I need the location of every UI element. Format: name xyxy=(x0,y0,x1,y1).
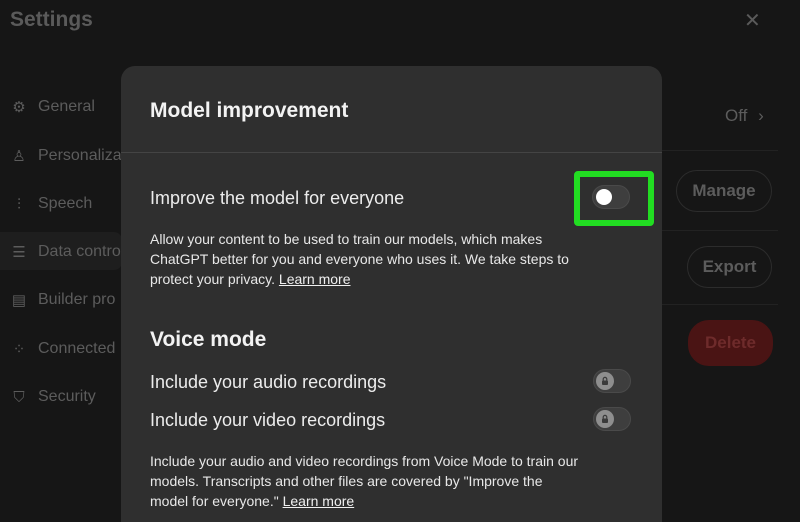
divider xyxy=(662,230,778,231)
sidebar-item-label: Personaliza xyxy=(38,147,122,164)
description-text: Allow your content to be used to train o… xyxy=(150,231,569,287)
lock-icon xyxy=(596,410,614,428)
builder-icon: ▤ xyxy=(11,292,27,309)
sidebar-item-speech[interactable]: ⫶ Speech xyxy=(10,191,92,217)
manage-button[interactable]: Manage xyxy=(676,170,772,212)
learn-more-link[interactable]: Learn more xyxy=(283,493,355,509)
sidebar-item-security[interactable]: ⛉ Security xyxy=(10,384,96,410)
improve-model-label: Improve the model for everyone xyxy=(150,188,405,208)
shield-icon: ⛉ xyxy=(13,388,25,406)
audio-recordings-toggle[interactable] xyxy=(593,369,631,393)
video-recordings-label: Include your video recordings xyxy=(150,410,386,430)
sidebar-item-label: Builder pro xyxy=(38,291,116,308)
voice-mode-description: Include your audio and video recordings … xyxy=(150,451,580,511)
gear-icon: ⚙ xyxy=(12,99,26,116)
sidebar-item-label: Data contro xyxy=(38,243,121,260)
sidebar-item-label: Speech xyxy=(38,195,93,212)
dialog-title: Model improvement xyxy=(150,99,349,122)
person-icon: ♙ xyxy=(12,148,26,165)
sidebar-item-builder-profile[interactable]: ▤ Builder pro xyxy=(10,287,115,313)
apps-icon: ⁘ xyxy=(12,341,26,358)
off-label: Off xyxy=(725,106,748,125)
sidebar-item-general[interactable]: ⚙ General xyxy=(10,94,95,120)
sidebar-item-label: General xyxy=(38,98,95,115)
sidebar-item-label: Security xyxy=(38,388,96,405)
memory-off-status[interactable]: Off › xyxy=(725,106,764,126)
sidebar-item-personalization[interactable]: ♙ Personaliza xyxy=(10,143,122,169)
annotation-highlight-box xyxy=(574,171,654,226)
sidebar-item-connected-apps[interactable]: ⁘ Connected xyxy=(10,336,116,362)
export-button[interactable]: Export xyxy=(687,246,772,288)
divider xyxy=(662,150,778,151)
audio-recordings-label: Include your audio recordings xyxy=(150,372,387,392)
learn-more-link[interactable]: Learn more xyxy=(279,271,351,287)
close-icon[interactable]: ✕ xyxy=(744,8,761,33)
sidebar-item-data-controls[interactable]: ☰ Data contro xyxy=(10,239,121,265)
voice-mode-title: Voice mode xyxy=(150,328,267,351)
settings-title: Settings xyxy=(10,8,93,31)
chevron-right-icon: › xyxy=(758,106,764,125)
lock-icon xyxy=(596,372,614,390)
delete-button[interactable]: Delete xyxy=(688,320,773,366)
video-recordings-toggle[interactable] xyxy=(593,407,631,431)
database-icon: ☰ xyxy=(12,244,26,261)
improve-model-description: Allow your content to be used to train o… xyxy=(150,229,575,289)
description-text: Include your audio and video recordings … xyxy=(150,453,579,509)
divider xyxy=(662,304,778,305)
divider xyxy=(121,152,662,153)
sidebar-item-label: Connected xyxy=(38,340,116,357)
waveform-icon: ⫶ xyxy=(17,195,21,213)
model-improvement-dialog: Model improvement Improve the model for … xyxy=(121,66,662,522)
